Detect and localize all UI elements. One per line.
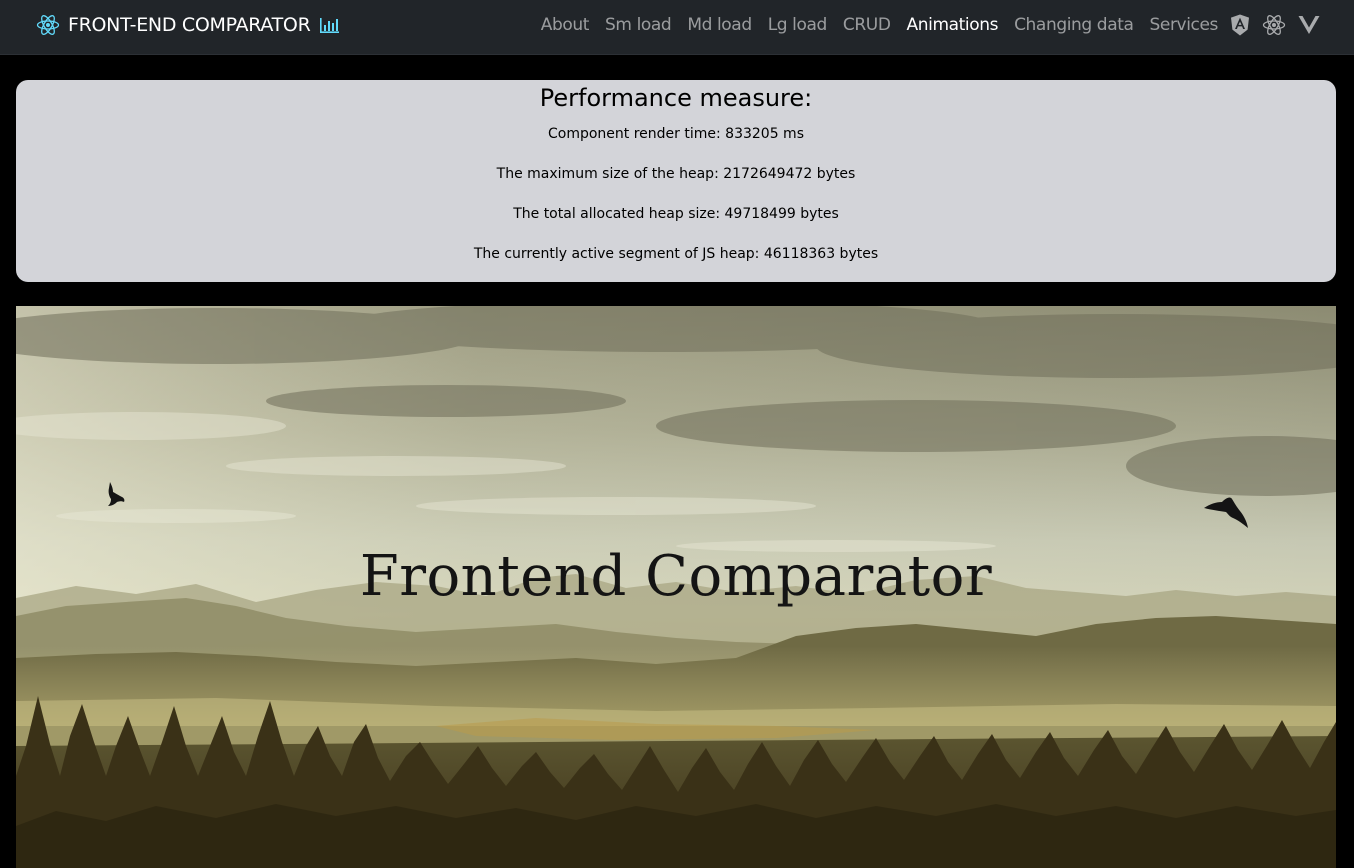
brand-text: FRONT-END COMPARATOR (68, 14, 311, 36)
render-time-text: Component render time: 833205 ms (548, 126, 804, 142)
nav-link-lg-load[interactable]: Lg load (768, 15, 828, 35)
nav-link-animations[interactable]: Animations (907, 15, 999, 35)
top-navbar: FRONT-END COMPARATOR About Sm load Md lo… (0, 0, 1354, 55)
react-icon (36, 14, 60, 36)
bird-icon (1202, 496, 1252, 536)
react-icon[interactable] (1262, 14, 1286, 36)
nav-link-about[interactable]: About (541, 15, 590, 35)
nav-link-sm-load[interactable]: Sm load (605, 15, 672, 35)
bar-chart-icon (318, 16, 340, 34)
bird-icon (104, 480, 128, 512)
brand-link[interactable]: FRONT-END COMPARATOR (36, 12, 340, 38)
nav-links: About Sm load Md load Lg load CRUD Anima… (525, 12, 1320, 38)
angular-icon[interactable] (1230, 14, 1250, 36)
hero-section: Frontend Comparator (16, 306, 1336, 868)
heap-used-text: The currently active segment of JS heap:… (473, 246, 879, 262)
performance-title: Performance measure: (539, 84, 813, 112)
heap-total-text: The total allocated heap size: 49718499 … (513, 206, 839, 222)
nav-link-changing-data[interactable]: Changing data (1014, 15, 1134, 35)
hero-title: Frontend Comparator (359, 544, 993, 609)
nav-link-services[interactable]: Services (1150, 15, 1219, 35)
vue-icon[interactable] (1298, 15, 1320, 35)
nav-link-md-load[interactable]: Md load (687, 15, 752, 35)
nav-link-crud[interactable]: CRUD (843, 15, 891, 35)
performance-card: Performance measure: Component render ti… (16, 80, 1336, 282)
heap-max-text: The maximum size of the heap: 2172649472… (496, 166, 856, 182)
